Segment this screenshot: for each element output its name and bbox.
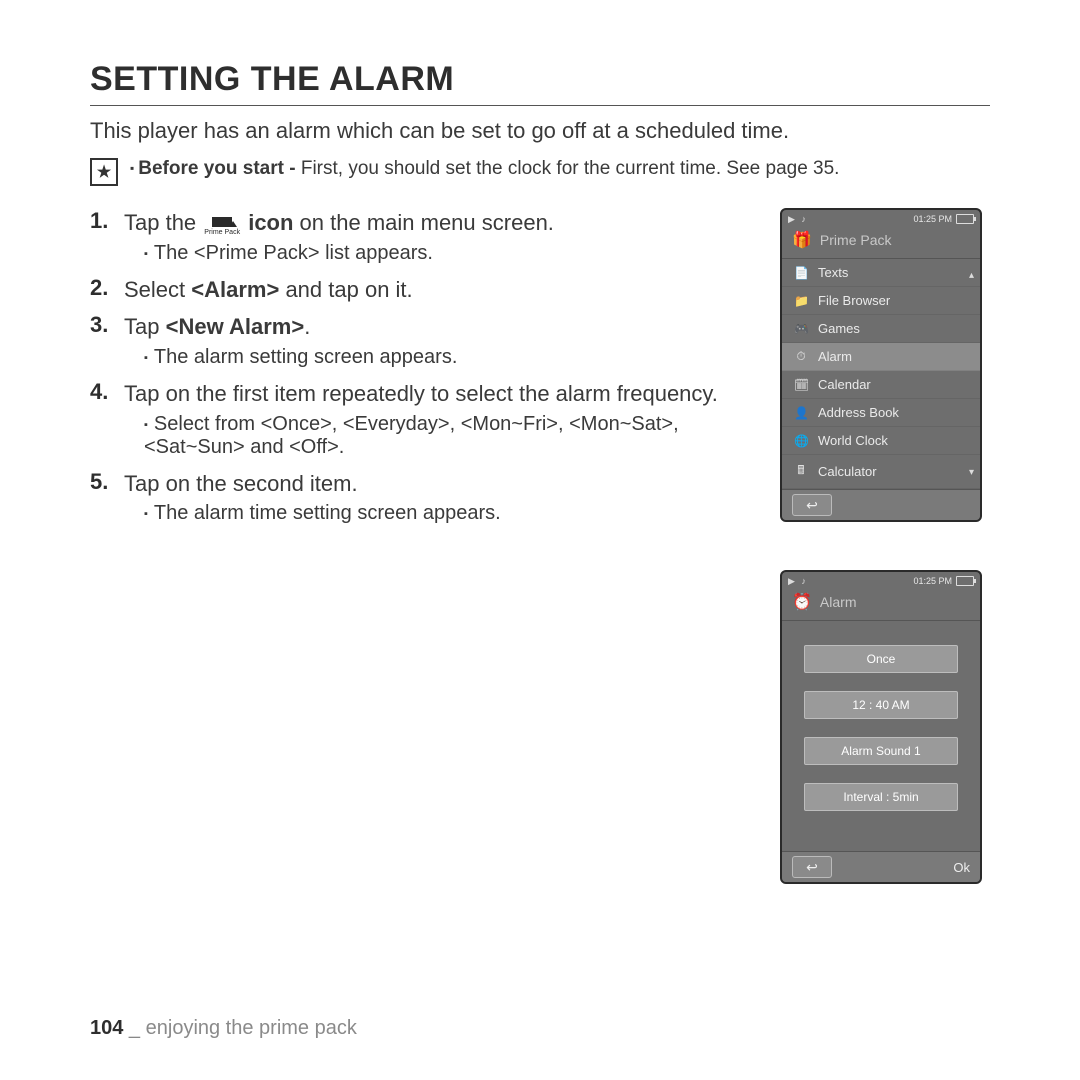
- menu-item-icon: 🖩: [794, 461, 808, 482]
- menu-item-calculator[interactable]: 🖩 Calculator: [782, 455, 980, 489]
- menu-item-file-browser[interactable]: 📁 File Browser: [782, 287, 980, 315]
- intro-text: This player has an alarm which can be se…: [90, 118, 990, 144]
- menu-item-icon: 🗓: [794, 378, 808, 392]
- menu-item-alarm[interactable]: ⏱ Alarm: [782, 343, 980, 371]
- menu-item-icon: 📁: [794, 294, 808, 308]
- menu-item-games[interactable]: 🎮 Games: [782, 315, 980, 343]
- menu-item-icon: 👤: [794, 406, 808, 420]
- title-rule: [90, 105, 990, 106]
- menu-item-label: Texts: [818, 265, 848, 280]
- status-bar: ▶ ♪ 01:25 PM: [782, 572, 980, 588]
- note-text: ▪Before you start - First, you should se…: [130, 158, 839, 180]
- menu-item-label: Games: [818, 321, 860, 336]
- menu-item-address-book[interactable]: 👤 Address Book: [782, 399, 980, 427]
- screen-header: ⏰ Alarm: [782, 588, 980, 621]
- menu-item-label: Calculator: [818, 464, 877, 479]
- alarm-setting-row-0[interactable]: Once: [804, 645, 958, 673]
- back-button[interactable]: ↩: [792, 856, 832, 878]
- screenshot-alarm-settings: ▶ ♪ 01:25 PM ⏰ Alarm Once 12 : 40 AM Alarm…: [780, 570, 982, 884]
- prime-pack-icon: Prime Pack: [204, 227, 240, 237]
- page-title: SETTING THE ALARM: [90, 60, 990, 99]
- before-you-start-note: ★ ▪Before you start - First, you should …: [90, 158, 990, 186]
- status-bar: ▶ ♪ 01:25 PM: [782, 210, 980, 226]
- scroll-up-icon: ▴: [969, 270, 974, 281]
- alarm-setting-row-1[interactable]: 12 : 40 AM: [804, 691, 958, 719]
- menu-item-icon: ⏱: [794, 349, 808, 364]
- gift-icon: 🎁: [792, 230, 812, 250]
- menu-item-texts[interactable]: 📄 Texts: [782, 259, 980, 287]
- step-2: Select <Alarm> and tap on it.: [90, 275, 750, 305]
- back-button[interactable]: ↩: [792, 494, 832, 516]
- steps-list: Tap the Prime Pack icon on the main menu…: [90, 208, 750, 525]
- menu-item-icon: 🌐: [794, 434, 808, 448]
- ok-button[interactable]: Ok: [953, 860, 970, 875]
- menu-item-label: World Clock: [818, 433, 888, 448]
- step-1: Tap the Prime Pack icon on the main menu…: [90, 208, 750, 265]
- menu-item-calendar[interactable]: 🗓 Calendar: [782, 371, 980, 399]
- menu-item-world-clock[interactable]: 🌐 World Clock: [782, 427, 980, 455]
- alarm-clock-icon: ⏰: [792, 592, 812, 612]
- alarm-setting-row-2[interactable]: Alarm Sound 1: [804, 737, 958, 765]
- page-footer: 104 _ enjoying the prime pack: [90, 1017, 357, 1040]
- step-3: Tap <New Alarm>. ▪The alarm setting scre…: [90, 312, 750, 369]
- menu-item-label: Alarm: [818, 349, 852, 364]
- step-5: Tap on the second item. ▪The alarm time …: [90, 469, 750, 526]
- menu-item-label: File Browser: [818, 293, 890, 308]
- menu-item-icon: 🎮: [794, 322, 808, 336]
- screen-header: 🎁 Prime Pack: [782, 226, 980, 259]
- screenshot-prime-pack: ▶ ♪ 01:25 PM 🎁 Prime Pack 📄 Texts 📁 File Br…: [780, 208, 982, 522]
- menu-item-label: Address Book: [818, 405, 899, 420]
- menu-item-label: Calendar: [818, 377, 871, 392]
- step-4: Tap on the first item repeatedly to sele…: [90, 379, 750, 459]
- menu-item-icon: 📄: [794, 266, 808, 280]
- scroll-down-icon: ▾: [969, 467, 974, 478]
- alarm-setting-row-3[interactable]: Interval : 5min: [804, 783, 958, 811]
- star-icon: ★: [90, 158, 118, 186]
